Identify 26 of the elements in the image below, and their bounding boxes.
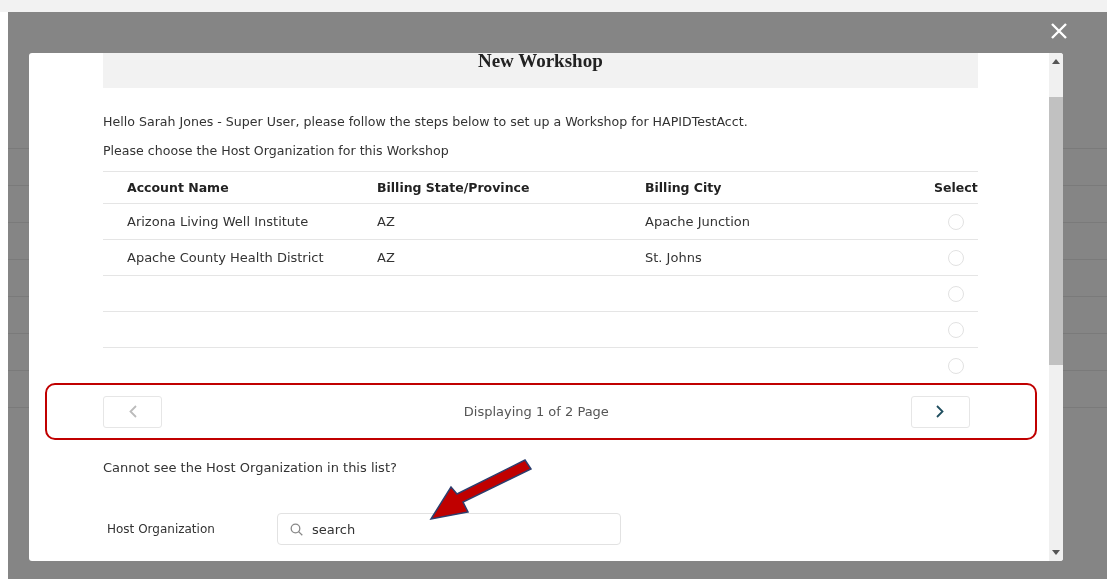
chevron-left-icon bbox=[128, 405, 137, 418]
field-label: Host Organization bbox=[106, 522, 216, 536]
column-header: Account Name bbox=[126, 180, 230, 195]
scrollbar-thumb[interactable] bbox=[1048, 97, 1063, 365]
table-cell-text: Arizona Living Well Institute bbox=[126, 214, 310, 229]
table-cell-text: AZ bbox=[377, 214, 396, 229]
greeting-text: Hello Sarah Jones - Super User, please follow the steps below to set up a Workshop for HAPIDTestAcct. bbox=[103, 114, 749, 129]
scroll-up-icon[interactable] bbox=[1051, 59, 1060, 64]
dialog-title: New Workshop bbox=[477, 53, 603, 72]
close-icon bbox=[1050, 22, 1068, 40]
column-header: Billing State/Province bbox=[377, 180, 531, 195]
scrollbar[interactable] bbox=[1048, 53, 1063, 561]
next-page-button[interactable] bbox=[910, 395, 970, 428]
column-header: Billing City bbox=[645, 180, 723, 195]
table-cell-text: Apache County Health District bbox=[126, 250, 325, 265]
instruction-text: Please choose the Host Organization for this Workshop bbox=[103, 143, 450, 158]
search-field[interactable]: search bbox=[277, 513, 621, 545]
table-cell-text: St. Johns bbox=[645, 250, 703, 265]
close-button[interactable] bbox=[1050, 22, 1068, 40]
prompt-text: Cannot see the Host Organization in this list? bbox=[103, 460, 398, 475]
column-header: Select bbox=[933, 180, 978, 195]
table-cell-text: Apache Junction bbox=[645, 214, 751, 229]
page-indicator: Displaying 1 of 2 Page bbox=[463, 404, 609, 419]
chevron-right-icon bbox=[936, 405, 945, 418]
table-cell-text: AZ bbox=[377, 250, 396, 265]
scroll-down-icon[interactable] bbox=[1051, 550, 1060, 555]
